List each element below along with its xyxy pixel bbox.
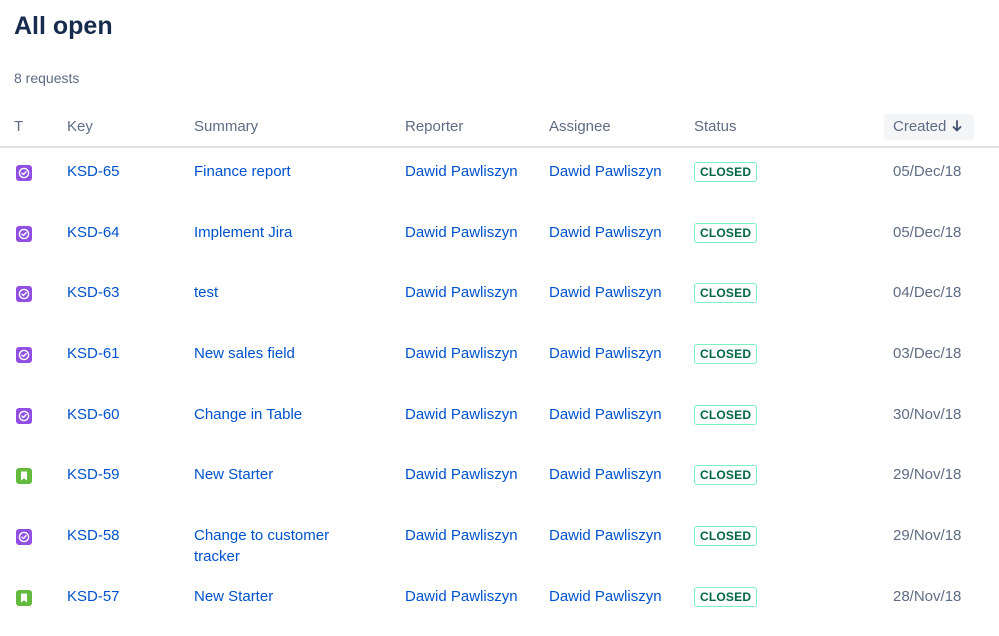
reporter-link[interactable]: Dawid Pawliszyn [405, 586, 525, 607]
reporter-link[interactable]: Dawid Pawliszyn [405, 161, 525, 182]
issue-key-link[interactable]: KSD-65 [67, 161, 120, 182]
reporter-link[interactable]: Dawid Pawliszyn [405, 404, 525, 425]
issue-key-link[interactable]: KSD-64 [67, 222, 120, 243]
task-icon [16, 165, 32, 181]
page-title: All open [14, 12, 113, 40]
issue-summary-link[interactable]: Finance report [194, 161, 364, 182]
assignee-link[interactable]: Dawid Pawliszyn [549, 343, 669, 364]
created-date: 05/Dec/18 [893, 223, 962, 241]
assignee-link[interactable]: Dawid Pawliszyn [549, 464, 669, 485]
created-date: 29/Nov/18 [893, 527, 962, 545]
table-row[interactable]: KSD-59 New Starter Dawid Pawliszyn Dawid Pa… [0, 453, 999, 514]
issue-summary-link[interactable]: Change to customer tracker [194, 525, 364, 567]
created-date: 05/Dec/18 [893, 163, 962, 180]
table-row[interactable]: KSD-58 Change to customer tracker Dawid Pa… [0, 514, 999, 575]
status-badge: CLOSED [694, 404, 758, 425]
issue-key-link[interactable]: KSD-60 [67, 404, 120, 425]
task-icon [16, 225, 32, 242]
assignee-link[interactable]: Dawid Pawliszyn [549, 161, 669, 182]
status-badge: CLOSED [694, 586, 758, 607]
assignee-link[interactable]: Dawid Pawliszyn [549, 222, 669, 243]
table-header: T Key Summary Reporter Assignee Status C… [0, 112, 999, 148]
column-header-status[interactable]: Status [694, 118, 737, 136]
column-header-summary[interactable]: Summary [194, 118, 258, 136]
status-badge: CLOSED [694, 283, 758, 304]
table-row[interactable]: KSD-63 test Dawid Pawliszyn Dawid Pawliszyn… [0, 271, 999, 332]
reporter-link[interactable]: Dawid Pawliszyn [405, 222, 525, 243]
status-badge: CLOSED [694, 344, 758, 365]
column-header-assignee[interactable]: Assignee [549, 118, 611, 136]
created-date: 29/Nov/18 [893, 466, 962, 484]
table-row[interactable]: KSD-64 Implement Jira Dawid Pawliszyn Dawid… [0, 211, 999, 272]
bookmark-icon [16, 589, 32, 606]
task-icon [16, 347, 32, 364]
bookmark-icon [16, 468, 32, 485]
task-icon [16, 529, 32, 546]
table-row[interactable]: KSD-61 New sales field Dawid Pawliszyn Dawi… [0, 332, 999, 393]
status-badge: CLOSED [694, 465, 758, 486]
created-date: 03/Dec/18 [893, 345, 962, 363]
issue-key-link[interactable]: KSD-59 [67, 464, 120, 485]
arrow-down-icon [952, 120, 962, 132]
created-date: 28/Nov/18 [893, 587, 962, 605]
requests-table-body: KSD-65 Finance report Dawid Pawliszyn Dawid… [0, 150, 999, 636]
requests-page: All open 8 requests T Key Summary Report… [0, 0, 999, 636]
column-header-created-label: Created [893, 118, 947, 135]
assignee-link[interactable]: Dawid Pawliszyn [549, 525, 669, 546]
issue-summary-link[interactable]: Implement Jira [194, 222, 364, 243]
task-icon [16, 286, 32, 303]
status-badge: CLOSED [694, 162, 758, 182]
issue-summary-link[interactable]: New Starter [194, 464, 364, 485]
issue-key-link[interactable]: KSD-57 [67, 586, 120, 607]
status-badge: CLOSED [694, 526, 758, 547]
issue-summary-link[interactable]: test [194, 282, 364, 303]
issue-key-link[interactable]: KSD-58 [67, 525, 120, 546]
issue-summary-link[interactable]: New sales field [194, 343, 364, 364]
request-count: 8 requests [14, 70, 80, 86]
issue-key-link[interactable]: KSD-63 [67, 282, 120, 303]
assignee-link[interactable]: Dawid Pawliszyn [549, 282, 669, 303]
reporter-link[interactable]: Dawid Pawliszyn [405, 525, 525, 546]
reporter-link[interactable]: Dawid Pawliszyn [405, 282, 525, 303]
table-row[interactable]: KSD-60 Change in Table Dawid Pawliszyn Dawi… [0, 393, 999, 454]
column-header-reporter[interactable]: Reporter [405, 118, 463, 136]
reporter-link[interactable]: Dawid Pawliszyn [405, 464, 525, 485]
issue-summary-link[interactable]: Change in Table [194, 404, 364, 425]
issue-key-link[interactable]: KSD-61 [67, 343, 120, 364]
assignee-link[interactable]: Dawid Pawliszyn [549, 404, 669, 425]
table-row[interactable]: KSD-57 New Starter Dawid Pawliszyn Dawid Pa… [0, 575, 999, 636]
column-header-created[interactable]: Created [884, 114, 974, 140]
assignee-link[interactable]: Dawid Pawliszyn [549, 586, 669, 607]
column-header-type[interactable]: T [14, 118, 23, 136]
issue-summary-link[interactable]: New Starter [194, 586, 364, 607]
task-icon [16, 407, 32, 424]
created-date: 30/Nov/18 [893, 405, 962, 423]
created-date: 04/Dec/18 [893, 284, 962, 302]
status-badge: CLOSED [694, 222, 758, 243]
table-row[interactable]: KSD-65 Finance report Dawid Pawliszyn Dawid… [0, 150, 999, 211]
reporter-link[interactable]: Dawid Pawliszyn [405, 343, 525, 364]
column-header-key[interactable]: Key [67, 118, 93, 136]
